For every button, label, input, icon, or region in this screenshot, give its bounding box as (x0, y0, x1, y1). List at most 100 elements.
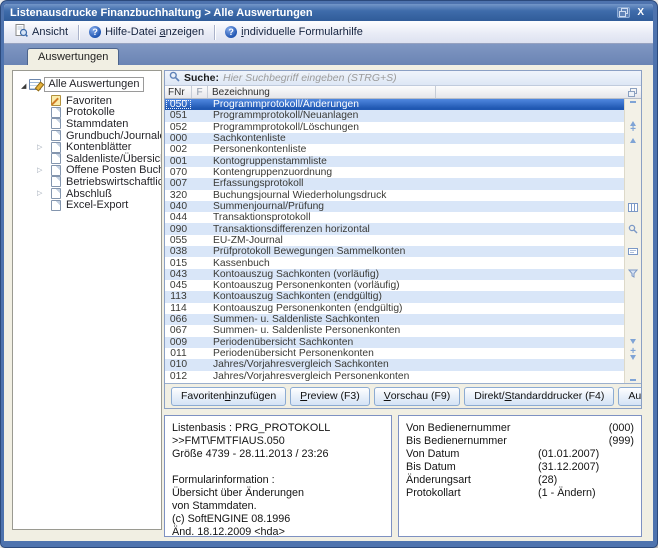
help-file-button[interactable]: Hilfe-Datei anzeigen (83, 24, 210, 40)
cell-bezeichnung: Periodenübersicht Personenkonten (208, 348, 624, 359)
filter-icon[interactable] (628, 265, 638, 283)
list-info-panel: Listenbasis : PRG_PROTOKOLL>>FMT\FMTFIAU… (164, 415, 392, 537)
column-header-favorite[interactable]: F (192, 86, 208, 98)
restore-icon[interactable] (617, 7, 630, 18)
cell-fnr: 011 (165, 348, 192, 359)
parameter-label: Protokollart (406, 487, 538, 500)
action-button[interactable]: Favoriten hinzufügen (171, 387, 286, 406)
favorites-icon (51, 95, 61, 106)
view-button[interactable]: Ansicht (9, 22, 74, 42)
expand-icon[interactable] (37, 166, 46, 175)
tree-item[interactable]: Abschluß (13, 188, 161, 200)
table-row[interactable]: 055 EU-ZM-Journal (165, 235, 624, 246)
table-row[interactable]: 070 Kontengruppenzuordnung (165, 167, 624, 178)
collapse-icon[interactable] (21, 79, 26, 91)
customize-icon[interactable] (628, 243, 638, 261)
table-row[interactable]: 010 Jahres/Vorjahresvergleich Sachkonten (165, 359, 624, 370)
table-row[interactable]: 012 Jahres/Vorjahresvergleich Personenko… (165, 371, 624, 382)
table-row[interactable]: 045 Kontoauszug Personenkonten (vorläufi… (165, 280, 624, 291)
parameter-label: Von Datum (406, 448, 538, 461)
cell-bezeichnung: Programmprotokoll/Löschungen (208, 122, 624, 133)
search-grid-icon[interactable] (628, 221, 638, 239)
form-help-button[interactable]: individuelle Formularhilfe (219, 24, 369, 40)
cell-bezeichnung: Transaktionsprotokoll (208, 212, 624, 223)
column-header-filler (436, 86, 624, 98)
cell-bezeichnung: Periodenübersicht Sachkonten (208, 337, 624, 348)
parameter-row: Protokollart (1 - Ändern) (406, 487, 634, 500)
table-row[interactable]: 002 Personenkontenliste (165, 144, 624, 155)
tree-item[interactable]: Offene Posten Buchhaltung (13, 165, 161, 177)
close-button[interactable]: X (634, 7, 647, 18)
table-row[interactable]: 038 Prüfprotokoll Bewegungen Sammelkonte… (165, 246, 624, 257)
search-input[interactable] (223, 72, 637, 84)
info-line: Größe 4739 - 28.11.2013 / 23:26 (172, 448, 384, 461)
search-label: Suche: (184, 72, 219, 84)
tree-item[interactable]: Favoriten (13, 95, 161, 107)
cell-bezeichnung: EU-ZM-Journal (208, 235, 624, 246)
table-row[interactable]: 044 Transaktionsprotokoll (165, 212, 624, 223)
table-row[interactable]: 090 Transaktionsdifferenzen horizontal (165, 223, 624, 234)
cell-bezeichnung: Jahres/Vorjahresvergleich Personenkonten (208, 371, 624, 382)
cell-fnr: 038 (165, 246, 192, 257)
tree-item[interactable]: Betriebswirtschaftliche Auswertungen (13, 176, 161, 188)
table-row[interactable]: 011 Periodenübersicht Personenkonten (165, 348, 624, 359)
table-row[interactable]: 051 Programmprotokoll/Neuanlagen (165, 110, 624, 121)
cell-bezeichnung: Kontoauszug Sachkonten (vorläufig) (208, 269, 624, 280)
cell-bezeichnung: Programmprotokoll/Änderungen (208, 99, 624, 110)
scroll-up-icon[interactable] (630, 138, 636, 143)
scroll-to-top-icon[interactable] (630, 101, 636, 122)
tab-auswertungen[interactable]: Auswertungen (27, 48, 119, 66)
table-header: FNr F Bezeichnung (165, 86, 641, 99)
cell-bezeichnung: Kontoauszug Personenkonten (endgültig) (208, 303, 624, 314)
info-line: Übersicht über Änderungen (172, 487, 384, 500)
cell-fnr: 015 (165, 258, 192, 269)
action-button[interactable]: Vorschau (F9) (374, 387, 461, 406)
table-row[interactable]: 000 Sachkontenliste (165, 133, 624, 144)
scroll-page-up-icon[interactable] (630, 126, 636, 134)
columns-icon[interactable] (628, 199, 638, 217)
cell-bezeichnung: Kontoauszug Sachkonten (endgültig) (208, 291, 624, 302)
help-file-label: Hilfe-Datei anzeigen (105, 26, 204, 38)
tree-item[interactable]: Protokolle (13, 107, 161, 119)
tree-root-label: Alle Auswertungen (44, 77, 143, 92)
maximize-grid-icon[interactable] (624, 86, 641, 98)
table-row[interactable]: 113 Kontoauszug Sachkonten (endgültig) (165, 291, 624, 302)
tree-item[interactable]: Stammdaten (13, 118, 161, 130)
tree-root-alle-auswertungen[interactable]: Alle Auswertungen (13, 76, 161, 95)
table-row[interactable]: 043 Kontoauszug Sachkonten (vorläufig) (165, 269, 624, 280)
tree-item[interactable]: Excel-Export (13, 199, 161, 211)
info-line: von Stammdaten. (172, 500, 384, 513)
expand-icon[interactable] (37, 143, 46, 152)
scroll-down-icon[interactable] (630, 339, 636, 344)
table-row[interactable]: 067 Summen- u. Saldenliste Personenkonte… (165, 325, 624, 336)
document-icon (51, 130, 61, 141)
scroll-to-bottom-icon[interactable] (630, 360, 636, 381)
table-row[interactable]: 009 Periodenübersicht Sachkonten (165, 337, 624, 348)
cell-bezeichnung: Personenkontenliste (208, 144, 624, 155)
table-row[interactable]: 001 Kontogruppenstammliste (165, 156, 624, 167)
action-button[interactable]: Direkt/Standarddrucker (F4) (464, 387, 614, 406)
table-row[interactable]: 052 Programmprotokoll/Löschungen (165, 122, 624, 133)
table-row[interactable]: 050 Programmprotokoll/Änderungen (165, 99, 624, 110)
table-row[interactable]: 015 Kassenbuch (165, 257, 624, 268)
table-row[interactable]: 114 Kontoauszug Personenkonten (endgülti… (165, 303, 624, 314)
table-row[interactable]: 066 Summen- u. Saldenliste Sachkonten (165, 314, 624, 325)
action-button[interactable]: Auswertung drucken (618, 387, 642, 406)
tree-item-label: Protokolle (66, 106, 115, 118)
tree-item-list: Favoriten Protokolle Stammdaten Grundbuc… (13, 95, 161, 211)
tree-item[interactable]: Grundbuch/Journale (13, 130, 161, 142)
expand-icon[interactable] (37, 189, 46, 198)
table-row[interactable]: 007 Erfassungsprotokoll (165, 178, 624, 189)
parameter-label: Bis Bedienernummer (406, 435, 538, 448)
info-line: >>FMT\FMTFIAUS.050 (172, 435, 384, 448)
tree-item[interactable]: Kontenblätter (13, 141, 161, 153)
cell-bezeichnung: Summenjournal/Prüfung (208, 201, 624, 212)
action-button[interactable]: Preview (F3) (290, 387, 370, 406)
table-row[interactable]: 040 Summenjournal/Prüfung (165, 201, 624, 212)
tree-item[interactable]: Saldenliste/Übersicht (13, 153, 161, 165)
column-header-fnr[interactable]: FNr (165, 86, 192, 98)
table-row[interactable]: 320 Buchungsjournal Wiederholungsdruck (165, 190, 624, 201)
document-icon (51, 153, 61, 164)
document-icon (51, 142, 61, 153)
column-header-bezeichnung[interactable]: Bezeichnung (208, 86, 436, 98)
